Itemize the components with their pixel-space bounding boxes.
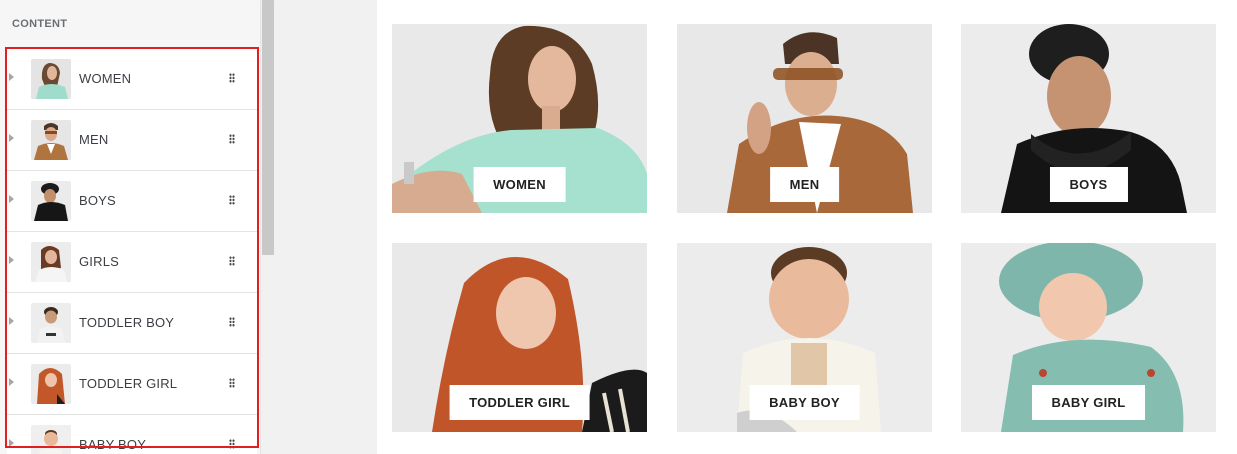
baby-boy-thumbnail: [31, 425, 71, 454]
category-tile-men[interactable]: MEN: [677, 24, 932, 213]
category-tile-baby-girl[interactable]: BABY GIRL: [961, 243, 1216, 432]
drag-handle-icon[interactable]: [229, 73, 235, 83]
drag-handle-icon[interactable]: [229, 195, 235, 205]
tile-label[interactable]: MEN: [769, 167, 840, 202]
category-tile-women[interactable]: WOMEN: [392, 24, 647, 213]
block-item-men[interactable]: MEN: [7, 110, 257, 171]
drag-handle-icon[interactable]: [229, 317, 235, 327]
expand-caret-icon[interactable]: [9, 134, 14, 142]
section-title: CONTENT: [12, 18, 68, 30]
drag-handle-icon[interactable]: [229, 256, 235, 266]
block-item-label: BOYS: [79, 193, 116, 208]
category-tile-toddler-girl[interactable]: TODDLER GIRL: [392, 243, 647, 432]
expand-caret-icon[interactable]: [9, 439, 14, 447]
panel-scrollbar-thumb[interactable]: [262, 0, 274, 255]
block-item-label: BABY BOY: [79, 437, 147, 452]
toddler-boy-thumbnail: [31, 303, 71, 343]
expand-caret-icon[interactable]: [9, 378, 14, 386]
tile-label[interactable]: WOMEN: [473, 167, 566, 202]
expand-caret-icon[interactable]: [9, 256, 14, 264]
preview-canvas: WOMEN MEN BOYS TODDLER GIRL BABY BOY BAB…: [377, 0, 1237, 454]
expand-caret-icon[interactable]: [9, 195, 14, 203]
block-item-toddler-boy[interactable]: TODDLER BOY: [7, 293, 257, 354]
drag-handle-icon[interactable]: [229, 134, 235, 144]
boys-thumbnail: [31, 181, 71, 221]
men-thumbnail: [31, 120, 71, 160]
block-item-baby-boy[interactable]: BABY BOY: [7, 415, 257, 454]
tile-label[interactable]: BOYS: [1049, 167, 1128, 202]
block-item-boys[interactable]: BOYS: [7, 171, 257, 232]
tile-label[interactable]: TODDLER GIRL: [449, 385, 590, 420]
block-item-label: TODDLER GIRL: [79, 376, 178, 391]
expand-caret-icon[interactable]: [9, 73, 14, 81]
block-item-label: WOMEN: [79, 71, 132, 86]
category-tile-boys[interactable]: BOYS: [961, 24, 1216, 213]
drag-handle-icon[interactable]: [229, 439, 235, 449]
content-section-header[interactable]: CONTENT: [0, 0, 259, 48]
block-item-label: MEN: [79, 132, 109, 147]
expand-caret-icon[interactable]: [9, 317, 14, 325]
drag-handle-icon[interactable]: [229, 378, 235, 388]
category-tile-baby-boy[interactable]: BABY BOY: [677, 243, 932, 432]
block-item-women[interactable]: WOMEN: [7, 49, 257, 110]
block-item-label: TODDLER BOY: [79, 315, 175, 330]
block-item-girls[interactable]: GIRLS: [7, 232, 257, 293]
girls-thumbnail: [31, 242, 71, 282]
toddler-girl-thumbnail: [31, 364, 71, 404]
block-item-toddler-girl[interactable]: TODDLER GIRL: [7, 354, 257, 415]
content-block-list: WOMEN MEN BOYS GIRLS TODDLER BOY TODDLER…: [7, 49, 257, 454]
content-panel: CONTENT WOMEN MEN BOYS GIRLS TODDLER BOY…: [0, 0, 261, 454]
tile-label[interactable]: BABY BOY: [749, 385, 860, 420]
women-thumbnail: [31, 59, 71, 99]
block-item-label: GIRLS: [79, 254, 120, 269]
tile-label[interactable]: BABY GIRL: [1031, 385, 1146, 420]
